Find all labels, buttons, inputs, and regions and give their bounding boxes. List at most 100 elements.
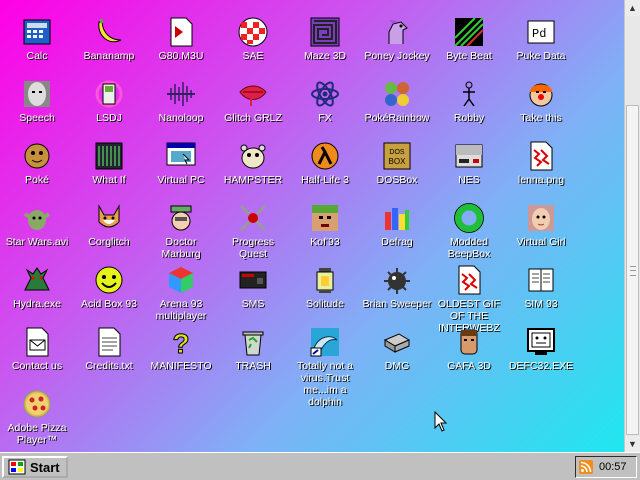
lambda-icon bbox=[309, 140, 341, 172]
atom-icon bbox=[309, 78, 341, 110]
corgi-icon bbox=[93, 202, 125, 234]
nes-icon bbox=[453, 140, 485, 172]
start-logo-icon bbox=[8, 459, 26, 475]
desktop-icon[interactable]: SMS bbox=[217, 264, 289, 324]
vertical-scrollbar[interactable]: ▲ ▼ bbox=[624, 0, 640, 452]
image-file-icon bbox=[453, 264, 485, 296]
desktop-icon[interactable]: Virtual Girl bbox=[505, 202, 577, 262]
stick-figure-icon bbox=[453, 78, 485, 110]
sms-console-icon bbox=[237, 264, 269, 296]
desktop-icon[interactable]: Solitude bbox=[289, 264, 361, 324]
desktop-icon-label: Defrag bbox=[381, 236, 413, 248]
desktop-icon[interactable]: Acid Box 93 bbox=[73, 264, 145, 324]
desktop-icon-label: Bananamp bbox=[83, 50, 135, 62]
desktop-icon[interactable]: Arena 93 multiplayer bbox=[145, 264, 217, 324]
desktop-icon[interactable]: What If bbox=[73, 140, 145, 200]
desktop-icon-label: MANIFESTO bbox=[150, 360, 212, 372]
desktop-icon[interactable]: GAFA 3D bbox=[433, 326, 505, 386]
desktop-icon-label: Speech bbox=[19, 112, 55, 124]
desktop-icon-label: HAMPSTER bbox=[223, 174, 283, 186]
dmg-icon bbox=[381, 326, 413, 358]
desktop-icon[interactable]: Brian Sweeper bbox=[361, 264, 433, 324]
desktop-icon[interactable]: Byte Beat bbox=[433, 16, 505, 76]
desktop-icon[interactable]: Virtual PC bbox=[145, 140, 217, 200]
desktop-icon-label: Acid Box 93 bbox=[80, 298, 138, 310]
desktop-icon[interactable]: Progress Quest bbox=[217, 202, 289, 262]
desktop-icon[interactable]: DOS BOX DOSBox bbox=[361, 140, 433, 200]
desktop-icon[interactable]: TRASH bbox=[217, 326, 289, 386]
desktop-icon-label: TRASH bbox=[235, 360, 271, 372]
desktop-icon[interactable]: Nanoloop bbox=[145, 78, 217, 138]
scroll-down-button[interactable]: ▼ bbox=[625, 436, 640, 452]
desktop-icon[interactable]: Corglitch bbox=[73, 202, 145, 262]
amiga-ball-icon bbox=[237, 16, 269, 48]
desktop-icon-label: LSDJ bbox=[96, 112, 122, 124]
desktop-icon-label: NES bbox=[458, 174, 480, 186]
fighter-icon bbox=[309, 202, 341, 234]
desktop-icon[interactable]: Bananamp bbox=[73, 16, 145, 76]
desktop-icon[interactable]: HAMPSTER bbox=[217, 140, 289, 200]
start-button[interactable]: Start bbox=[2, 456, 68, 478]
desktop-icon-label: DOSBox bbox=[376, 174, 418, 186]
mouse-cursor-icon bbox=[434, 411, 448, 432]
desktop-icon[interactable]: Pd Puke Data bbox=[505, 16, 577, 76]
desktop-icon[interactable]: G80.M3U bbox=[145, 16, 217, 76]
desktop: Calc Bananamp G80.M3U SAE Maze 3D Poney Jocke… bbox=[0, 0, 624, 452]
cube-icon bbox=[165, 264, 197, 296]
desktop-icon[interactable]: Contact us bbox=[1, 326, 73, 386]
desktop-icon[interactable]: OLDEST GIF OF THE INTERWEBZ bbox=[433, 264, 505, 334]
pizza-icon bbox=[21, 388, 53, 420]
desktop-icon[interactable]: Maze 3D bbox=[289, 16, 361, 76]
mail-file-icon bbox=[21, 326, 53, 358]
desktop-icon-label: Nanoloop bbox=[158, 112, 204, 124]
desktop-icon-label: Credits.txt bbox=[85, 360, 133, 372]
desktop-icon[interactable]: Take this bbox=[505, 78, 577, 138]
desktop-icon[interactable]: Calc bbox=[1, 16, 73, 76]
desktop-icon[interactable]: NES bbox=[433, 140, 505, 200]
desktop-icon[interactable]: Doctor Marburg bbox=[145, 202, 217, 262]
desktop-icon[interactable]: Defrag bbox=[361, 202, 433, 262]
desktop-icon[interactable]: Glitch GRLZ bbox=[217, 78, 289, 138]
desktop-icon[interactable]: ? MANIFESTO bbox=[145, 326, 217, 386]
maze-icon bbox=[309, 16, 341, 48]
desktop-icon[interactable]: lenna.png bbox=[505, 140, 577, 200]
desktop-icon[interactable]: SIM 93 bbox=[505, 264, 577, 324]
desktop-icon[interactable]: Totally not a virus.Trust me...im a dolp… bbox=[289, 326, 361, 408]
scroll-up-button[interactable]: ▲ bbox=[625, 0, 640, 16]
desktop-icon[interactable]: Credits.txt bbox=[73, 326, 145, 386]
yoda-icon bbox=[21, 202, 53, 234]
desktop-icon[interactable]: Adobe Pizza Player™ bbox=[1, 388, 73, 448]
desktop-icon[interactable]: SAE bbox=[217, 16, 289, 76]
desktop-icon-label: Maze 3D bbox=[303, 50, 346, 62]
desktop-icon[interactable]: Poké bbox=[1, 140, 73, 200]
desktop-icon[interactable]: Half-Life 3 bbox=[289, 140, 361, 200]
smiley-icon bbox=[93, 264, 125, 296]
scroll-thumb[interactable] bbox=[626, 105, 639, 435]
desktop-icon[interactable]: FX bbox=[289, 78, 361, 138]
desktop-icon-label: FX bbox=[318, 112, 332, 124]
desktop-icon[interactable]: Poney Jockey bbox=[361, 16, 433, 76]
desktop-icon[interactable]: PokéRainbow bbox=[361, 78, 433, 138]
gameboy-icon bbox=[93, 78, 125, 110]
desktop-icon-label: Progress Quest bbox=[231, 236, 274, 260]
desktop-icon[interactable]: LSDJ bbox=[73, 78, 145, 138]
desktop-icon[interactable]: Robby bbox=[433, 78, 505, 138]
desktop-icon[interactable]: Kof'93 bbox=[289, 202, 361, 262]
desktop-icon[interactable]: Star Wars.avi bbox=[1, 202, 73, 262]
mine-icon bbox=[381, 264, 413, 296]
svg-text:Pd: Pd bbox=[532, 27, 546, 41]
pokemon-icon bbox=[381, 78, 413, 110]
desktop-icon-label: Poney Jockey bbox=[364, 50, 430, 62]
desktop-icon[interactable]: Speech bbox=[1, 78, 73, 138]
desktop-icon[interactable]: Hydra.exe bbox=[1, 264, 73, 324]
lips-icon bbox=[237, 78, 269, 110]
desktop-icon-label: lenna.png bbox=[517, 174, 565, 186]
desktop-icon-label: SIM 93 bbox=[524, 298, 558, 310]
face-icon bbox=[21, 78, 53, 110]
desktop-icon[interactable]: DEFC32.EXE bbox=[505, 326, 577, 386]
desktop-icon-label: DMG bbox=[384, 360, 410, 372]
desktop-icon[interactable]: Modded BeepBox bbox=[433, 202, 505, 262]
desktop-icon[interactable]: DMG bbox=[361, 326, 433, 386]
rss-icon[interactable] bbox=[579, 460, 593, 474]
desktop-icon-label: Hydra.exe bbox=[13, 298, 61, 310]
